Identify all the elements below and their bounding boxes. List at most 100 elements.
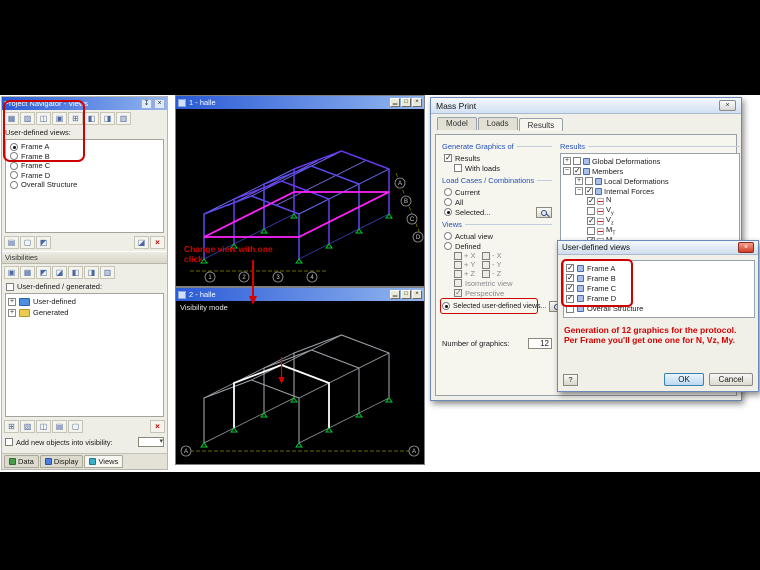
view-option-frame-c[interactable]: Frame C (8, 161, 161, 171)
radio-icon[interactable] (444, 208, 452, 216)
magnifier-icon[interactable] (536, 206, 552, 218)
viewport-1-title-bar[interactable]: 1 - halle (176, 96, 424, 109)
vis-delete-icon[interactable] (150, 420, 165, 433)
dialog-item-frame-d[interactable]: Frame D (566, 293, 752, 304)
tab-model[interactable]: Model (437, 117, 477, 130)
checkbox-icon[interactable] (454, 288, 462, 297)
camera-view-icon[interactable] (52, 112, 67, 125)
tree-item-generated[interactable]: Generated (8, 307, 161, 318)
new-view-icon[interactable] (4, 112, 19, 125)
radio-icon[interactable] (444, 188, 452, 196)
radio-icon[interactable] (444, 242, 452, 250)
view-option-overall[interactable]: Overall Structure (8, 180, 161, 190)
checkbox-icon[interactable] (444, 153, 452, 162)
tree-item-local-deformations[interactable]: Local Deformations (563, 176, 737, 186)
vis-new-icon[interactable] (4, 420, 19, 433)
selected-user-views-radio-row[interactable]: Selected user-defined views... (440, 298, 566, 314)
tree-item-user-defined[interactable]: User-defined (8, 296, 161, 307)
visibility-union-icon[interactable] (52, 266, 67, 279)
tree-item-internal-forces[interactable]: Internal Forces (563, 186, 737, 196)
next-view-icon[interactable] (100, 112, 115, 125)
view-option-frame-d[interactable]: Frame D (8, 171, 161, 181)
checkbox-icon[interactable] (454, 251, 462, 260)
checkbox-icon[interactable] (5, 438, 13, 446)
help-button[interactable] (563, 373, 578, 386)
visibility-mode-icon[interactable] (4, 266, 19, 279)
viewport-2-title-bar[interactable]: 2 - halle (176, 288, 424, 301)
ok-button[interactable]: OK (664, 373, 704, 386)
navigator-title-bar[interactable]: Project Navigator - Views (2, 97, 167, 110)
vis-edit-icon[interactable] (20, 420, 35, 433)
radio-icon[interactable] (444, 232, 452, 240)
expand-icon[interactable] (563, 157, 571, 165)
view-option-frame-b[interactable]: Frame B (8, 152, 161, 162)
visibility-partial-icon[interactable] (84, 266, 99, 279)
radio-icon[interactable] (444, 198, 452, 206)
checkbox-icon[interactable] (482, 251, 490, 260)
tree-item-force-vz[interactable]: Vz (563, 215, 737, 227)
vis-clear-icon[interactable] (68, 420, 83, 433)
visibility-all-icon[interactable] (20, 266, 35, 279)
checkbox-icon[interactable] (585, 177, 593, 185)
collapse-icon[interactable] (563, 167, 571, 175)
cancel-button[interactable]: Cancel (709, 373, 753, 386)
minimize-icon[interactable] (390, 290, 400, 299)
add-view-icon[interactable] (68, 112, 83, 125)
checkbox-icon[interactable] (587, 207, 595, 215)
collapse-icon[interactable] (575, 187, 583, 195)
tab-views[interactable]: Views (84, 455, 124, 468)
minimize-icon[interactable] (390, 98, 400, 107)
close-icon[interactable] (154, 98, 165, 109)
visibility-invert-icon[interactable] (36, 266, 51, 279)
checkbox-icon[interactable] (585, 186, 593, 195)
vis-copy-icon[interactable] (36, 420, 51, 433)
pin-icon[interactable] (141, 98, 152, 109)
checkbox-icon[interactable] (566, 293, 574, 303)
add-new-combo[interactable] (138, 437, 164, 447)
viewport-2-canvas[interactable]: Visibility mode A A (176, 301, 424, 464)
checkbox-icon[interactable] (566, 273, 574, 283)
checkbox-icon[interactable] (454, 269, 462, 278)
checkbox-icon[interactable] (587, 196, 595, 205)
perspective-checkbox-row[interactable]: Perspective (442, 288, 552, 298)
copy-view-icon[interactable] (36, 112, 51, 125)
checkbox-icon[interactable] (482, 260, 490, 269)
delete-view-icon[interactable] (150, 236, 165, 249)
radio-icon[interactable] (10, 171, 18, 180)
tab-data[interactable]: Data (4, 455, 39, 468)
dialog-item-overall-structure[interactable]: Overall Structure (566, 304, 752, 314)
radio-icon[interactable] (10, 142, 18, 151)
checkbox-icon[interactable] (454, 279, 462, 287)
current-radio-row[interactable]: Current (442, 187, 552, 197)
add-new-objects-row[interactable]: Add new objects into visibility: (2, 435, 167, 449)
apply-view-icon[interactable] (134, 236, 149, 249)
expand-icon[interactable] (575, 177, 583, 185)
close-icon[interactable] (412, 98, 422, 107)
results-checkbox-row[interactable]: Results (442, 153, 552, 163)
previous-view-icon[interactable] (84, 112, 99, 125)
visibility-intersect-icon[interactable] (68, 266, 83, 279)
tree-item-force-n[interactable]: N (563, 195, 737, 206)
show-view-icon[interactable] (4, 236, 19, 249)
dialog-item-frame-b[interactable]: Frame B (566, 273, 752, 283)
all-radio-row[interactable]: All (442, 197, 552, 207)
mass-print-title-bar[interactable]: Mass Print (431, 98, 741, 114)
checkbox-icon[interactable] (587, 227, 595, 235)
user-generated-row[interactable]: User-defined / generated: (2, 281, 167, 292)
user-defined-views-title-bar[interactable]: User-defined views (558, 241, 758, 255)
filter-view-icon[interactable] (36, 236, 51, 249)
tree-item-force-vy[interactable]: Vy (563, 205, 737, 217)
isometric-checkbox-row[interactable]: Isometric view (442, 278, 552, 288)
tree-item-members[interactable]: Members (563, 166, 737, 176)
tree-item-force-mt[interactable]: MT (563, 225, 737, 237)
checkbox-icon[interactable] (573, 157, 581, 165)
tab-results[interactable]: Results (518, 118, 564, 131)
checkbox-icon[interactable] (587, 216, 595, 225)
restore-icon[interactable] (401, 290, 411, 299)
tab-loads[interactable]: Loads (477, 117, 518, 130)
actual-view-radio-row[interactable]: Actual view (442, 231, 552, 241)
vis-list-icon[interactable] (52, 420, 67, 433)
checkbox-icon[interactable] (566, 283, 574, 293)
dialog-item-frame-a[interactable]: Frame A (566, 263, 752, 273)
checkbox-icon[interactable] (482, 269, 490, 278)
